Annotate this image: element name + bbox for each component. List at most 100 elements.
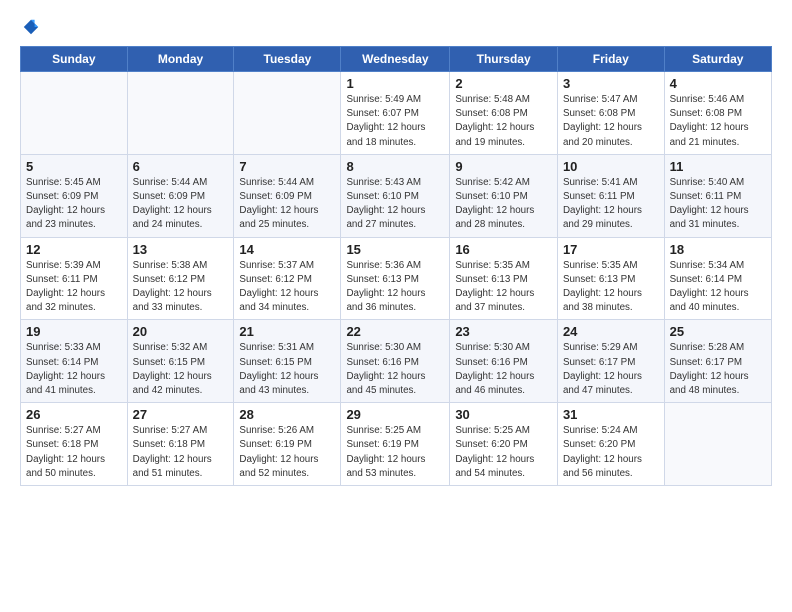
- day-info: Sunrise: 5:45 AM Sunset: 6:09 PM Dayligh…: [26, 176, 122, 233]
- calendar-cell: 28Sunrise: 5:26 AM Sunset: 6:19 PM Dayli…: [234, 403, 341, 486]
- calendar-cell: 12Sunrise: 5:39 AM Sunset: 6:11 PM Dayli…: [21, 237, 128, 320]
- calendar-cell: 27 Sunrise: 5:27 AM Sunset: 6:18 PM Dayli…: [127, 403, 234, 486]
- logo: [20, 18, 40, 36]
- day-info: Sunrise: 5:37 AM Sunset: 6:12 PM Dayligh…: [239, 259, 335, 316]
- calendar-cell: 3Sunrise: 5:47 AM Sunset: 6:08 PM Daylig…: [557, 72, 664, 155]
- calendar-cell: 26 Sunrise: 5:27 AM Sunset: 6:18 PM Dayli…: [21, 403, 128, 486]
- calendar-cell: 19 Sunrise: 5:33 AM Sunset: 6:14 PM Dayli…: [21, 320, 128, 403]
- day-info: Sunrise: 5:47 AM Sunset: 6:08 PM Dayligh…: [563, 93, 659, 150]
- day-number: 20: [133, 324, 229, 339]
- day-number: 15: [346, 242, 444, 257]
- calendar-cell: 29 Sunrise: 5:25 AM Sunset: 6:19 PM Dayli…: [341, 403, 450, 486]
- day-info: Sunrise: 5:33 AM Sunset: 6:14 PM Dayligh…: [26, 341, 122, 398]
- weekday-header-thursday: Thursday: [450, 47, 558, 72]
- day-info: Sunrise: 5:35 AM Sunset: 6:13 PM Dayligh…: [455, 259, 552, 316]
- day-number: 11: [670, 159, 766, 174]
- calendar-cell: 5 Sunrise: 5:45 AM Sunset: 6:09 PM Daylig…: [21, 154, 128, 237]
- calendar-cell: [664, 403, 771, 486]
- calendar-cell: 30 Sunrise: 5:25 AM Sunset: 6:20 PM Dayli…: [450, 403, 558, 486]
- weekday-header-wednesday: Wednesday: [341, 47, 450, 72]
- day-number: 26: [26, 407, 122, 422]
- day-info: Sunrise: 5:48 AM Sunset: 6:08 PM Dayligh…: [455, 93, 552, 150]
- day-info: Sunrise: 5:46 AM Sunset: 6:08 PM Dayligh…: [670, 93, 766, 150]
- calendar-cell: [127, 72, 234, 155]
- day-info: Sunrise: 5:41 AM Sunset: 6:11 PM Dayligh…: [563, 176, 659, 233]
- day-number: 13: [133, 242, 229, 257]
- day-number: 1: [346, 76, 444, 91]
- week-row-3: 12Sunrise: 5:39 AM Sunset: 6:11 PM Dayli…: [21, 237, 772, 320]
- day-info: Sunrise: 5:42 AM Sunset: 6:10 PM Dayligh…: [455, 176, 552, 233]
- day-info: Sunrise: 5:36 AM Sunset: 6:13 PM Dayligh…: [346, 259, 444, 316]
- logo-icon: [22, 18, 40, 36]
- day-info: Sunrise: 5:35 AM Sunset: 6:13 PM Dayligh…: [563, 259, 659, 316]
- calendar-body: 1 Sunrise: 5:49 AM Sunset: 6:07 PM Daylig…: [21, 72, 772, 486]
- day-number: 5: [26, 159, 122, 174]
- day-info: Sunrise: 5:32 AM Sunset: 6:15 PM Dayligh…: [133, 341, 229, 398]
- calendar-cell: 16Sunrise: 5:35 AM Sunset: 6:13 PM Dayli…: [450, 237, 558, 320]
- calendar-cell: [234, 72, 341, 155]
- day-info: Sunrise: 5:34 AM Sunset: 6:14 PM Dayligh…: [670, 259, 766, 316]
- calendar-cell: 18 Sunrise: 5:34 AM Sunset: 6:14 PM Dayli…: [664, 237, 771, 320]
- day-info: Sunrise: 5:30 AM Sunset: 6:16 PM Dayligh…: [455, 341, 552, 398]
- calendar-page: SundayMondayTuesdayWednesdayThursdayFrid…: [0, 0, 792, 612]
- calendar-cell: 9 Sunrise: 5:42 AM Sunset: 6:10 PM Daylig…: [450, 154, 558, 237]
- day-number: 19: [26, 324, 122, 339]
- day-info: Sunrise: 5:27 AM Sunset: 6:18 PM Dayligh…: [133, 424, 229, 481]
- calendar-cell: [21, 72, 128, 155]
- day-number: 24: [563, 324, 659, 339]
- calendar-cell: 20 Sunrise: 5:32 AM Sunset: 6:15 PM Dayli…: [127, 320, 234, 403]
- day-number: 27: [133, 407, 229, 422]
- calendar-cell: 11 Sunrise: 5:40 AM Sunset: 6:11 PM Dayli…: [664, 154, 771, 237]
- day-number: 8: [346, 159, 444, 174]
- weekday-header-tuesday: Tuesday: [234, 47, 341, 72]
- weekday-header-monday: Monday: [127, 47, 234, 72]
- day-number: 18: [670, 242, 766, 257]
- calendar-cell: 25 Sunrise: 5:28 AM Sunset: 6:17 PM Dayli…: [664, 320, 771, 403]
- day-number: 23: [455, 324, 552, 339]
- day-info: Sunrise: 5:30 AM Sunset: 6:16 PM Dayligh…: [346, 341, 444, 398]
- day-info: Sunrise: 5:40 AM Sunset: 6:11 PM Dayligh…: [670, 176, 766, 233]
- calendar-cell: 15 Sunrise: 5:36 AM Sunset: 6:13 PM Dayli…: [341, 237, 450, 320]
- weekday-header-sunday: Sunday: [21, 47, 128, 72]
- week-row-5: 26 Sunrise: 5:27 AM Sunset: 6:18 PM Dayli…: [21, 403, 772, 486]
- day-number: 30: [455, 407, 552, 422]
- day-number: 14: [239, 242, 335, 257]
- calendar-cell: 8 Sunrise: 5:43 AM Sunset: 6:10 PM Daylig…: [341, 154, 450, 237]
- day-number: 12: [26, 242, 122, 257]
- day-number: 29: [346, 407, 444, 422]
- day-number: 21: [239, 324, 335, 339]
- day-info: Sunrise: 5:49 AM Sunset: 6:07 PM Dayligh…: [346, 93, 444, 150]
- day-info: Sunrise: 5:44 AM Sunset: 6:09 PM Dayligh…: [133, 176, 229, 233]
- calendar-cell: 4Sunrise: 5:46 AM Sunset: 6:08 PM Daylig…: [664, 72, 771, 155]
- day-info: Sunrise: 5:44 AM Sunset: 6:09 PM Dayligh…: [239, 176, 335, 233]
- day-info: Sunrise: 5:25 AM Sunset: 6:19 PM Dayligh…: [346, 424, 444, 481]
- day-number: 7: [239, 159, 335, 174]
- day-info: Sunrise: 5:43 AM Sunset: 6:10 PM Dayligh…: [346, 176, 444, 233]
- day-info: Sunrise: 5:28 AM Sunset: 6:17 PM Dayligh…: [670, 341, 766, 398]
- day-info: Sunrise: 5:27 AM Sunset: 6:18 PM Dayligh…: [26, 424, 122, 481]
- calendar-table: SundayMondayTuesdayWednesdayThursdayFrid…: [20, 46, 772, 486]
- day-info: Sunrise: 5:25 AM Sunset: 6:20 PM Dayligh…: [455, 424, 552, 481]
- day-info: Sunrise: 5:24 AM Sunset: 6:20 PM Dayligh…: [563, 424, 659, 481]
- calendar-cell: 6 Sunrise: 5:44 AM Sunset: 6:09 PM Daylig…: [127, 154, 234, 237]
- week-row-4: 19 Sunrise: 5:33 AM Sunset: 6:14 PM Dayli…: [21, 320, 772, 403]
- day-number: 25: [670, 324, 766, 339]
- day-number: 22: [346, 324, 444, 339]
- day-number: 31: [563, 407, 659, 422]
- calendar-cell: 1 Sunrise: 5:49 AM Sunset: 6:07 PM Daylig…: [341, 72, 450, 155]
- weekday-header-friday: Friday: [557, 47, 664, 72]
- week-row-1: 1 Sunrise: 5:49 AM Sunset: 6:07 PM Daylig…: [21, 72, 772, 155]
- calendar-cell: 2Sunrise: 5:48 AM Sunset: 6:08 PM Daylig…: [450, 72, 558, 155]
- day-number: 9: [455, 159, 552, 174]
- day-info: Sunrise: 5:29 AM Sunset: 6:17 PM Dayligh…: [563, 341, 659, 398]
- calendar-cell: 23 Sunrise: 5:30 AM Sunset: 6:16 PM Dayli…: [450, 320, 558, 403]
- calendar-cell: 17Sunrise: 5:35 AM Sunset: 6:13 PM Dayli…: [557, 237, 664, 320]
- header: [20, 18, 772, 36]
- day-number: 6: [133, 159, 229, 174]
- calendar-cell: 22 Sunrise: 5:30 AM Sunset: 6:16 PM Dayli…: [341, 320, 450, 403]
- calendar-cell: 10Sunrise: 5:41 AM Sunset: 6:11 PM Dayli…: [557, 154, 664, 237]
- calendar-cell: 24 Sunrise: 5:29 AM Sunset: 6:17 PM Dayli…: [557, 320, 664, 403]
- day-info: Sunrise: 5:31 AM Sunset: 6:15 PM Dayligh…: [239, 341, 335, 398]
- day-number: 28: [239, 407, 335, 422]
- calendar-cell: 21 Sunrise: 5:31 AM Sunset: 6:15 PM Dayli…: [234, 320, 341, 403]
